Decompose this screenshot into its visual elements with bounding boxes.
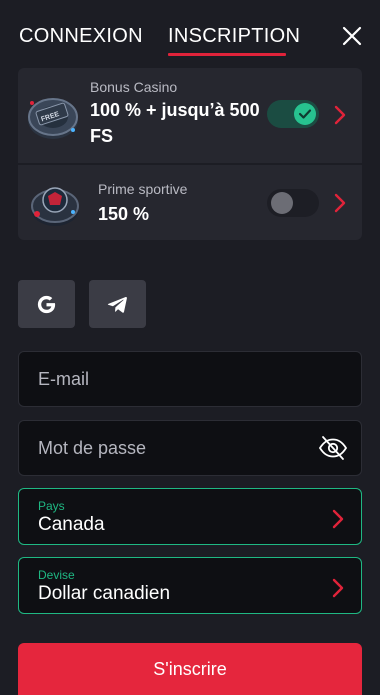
telegram-icon — [107, 296, 127, 313]
chevron-right-icon[interactable] — [333, 104, 347, 126]
currency-select[interactable]: Devise Dollar canadien — [18, 557, 362, 614]
chevron-right-icon — [332, 578, 344, 598]
email-placeholder: E-mail — [38, 369, 90, 389]
chevron-right-icon — [332, 509, 344, 529]
toggle-knob — [271, 192, 293, 214]
bonus-toggle-casino[interactable] — [267, 100, 319, 128]
google-icon — [37, 295, 56, 314]
bonus-title: 150 % — [98, 204, 150, 224]
country-select[interactable]: Pays Canada — [18, 488, 362, 545]
email-field[interactable]: E-mail — [18, 351, 362, 407]
currency-value: Dollar canadien — [38, 583, 171, 604]
password-placeholder: Mot de passe — [38, 438, 147, 458]
checkmark-icon — [298, 109, 312, 119]
chevron-right-icon[interactable] — [333, 192, 347, 214]
tab-register[interactable]: INSCRIPTION — [168, 25, 300, 48]
bonus-option-casino[interactable]: FREE Bonus Casino 100 % + jusqu’à 500 FS — [18, 68, 362, 165]
sports-chip-icon — [31, 187, 79, 226]
toggle-knob — [294, 103, 316, 125]
country-value: Canada — [38, 514, 105, 535]
bonus-toggle-sport[interactable] — [267, 189, 319, 217]
bonus-option-sport[interactable]: Prime sportive 150 % — [18, 167, 362, 240]
tab-login[interactable]: CONNEXION — [19, 25, 143, 48]
bonus-subtitle: Bonus Casino — [90, 79, 178, 95]
google-login-button[interactable] — [18, 280, 75, 328]
eye-off-icon[interactable] — [318, 435, 348, 461]
currency-label: Devise — [38, 568, 75, 582]
auth-tabs: CONNEXION INSCRIPTION — [0, 0, 380, 62]
close-icon — [342, 26, 362, 46]
active-tab-indicator — [168, 53, 286, 56]
bonus-subtitle: Prime sportive — [98, 181, 188, 197]
close-button[interactable] — [340, 24, 364, 48]
telegram-login-button[interactable] — [89, 280, 146, 328]
bonus-selector: FREE Bonus Casino 100 % + jusqu’à 500 FS — [18, 68, 362, 240]
register-button-label: S'inscrire — [153, 659, 227, 679]
register-button[interactable]: S'inscrire — [18, 643, 362, 695]
password-field[interactable]: Mot de passe — [18, 420, 362, 476]
bonus-title: 100 % + jusqu’à 500 FS — [90, 100, 260, 146]
casino-chip-icon: FREE — [28, 98, 78, 139]
country-label: Pays — [38, 499, 65, 513]
